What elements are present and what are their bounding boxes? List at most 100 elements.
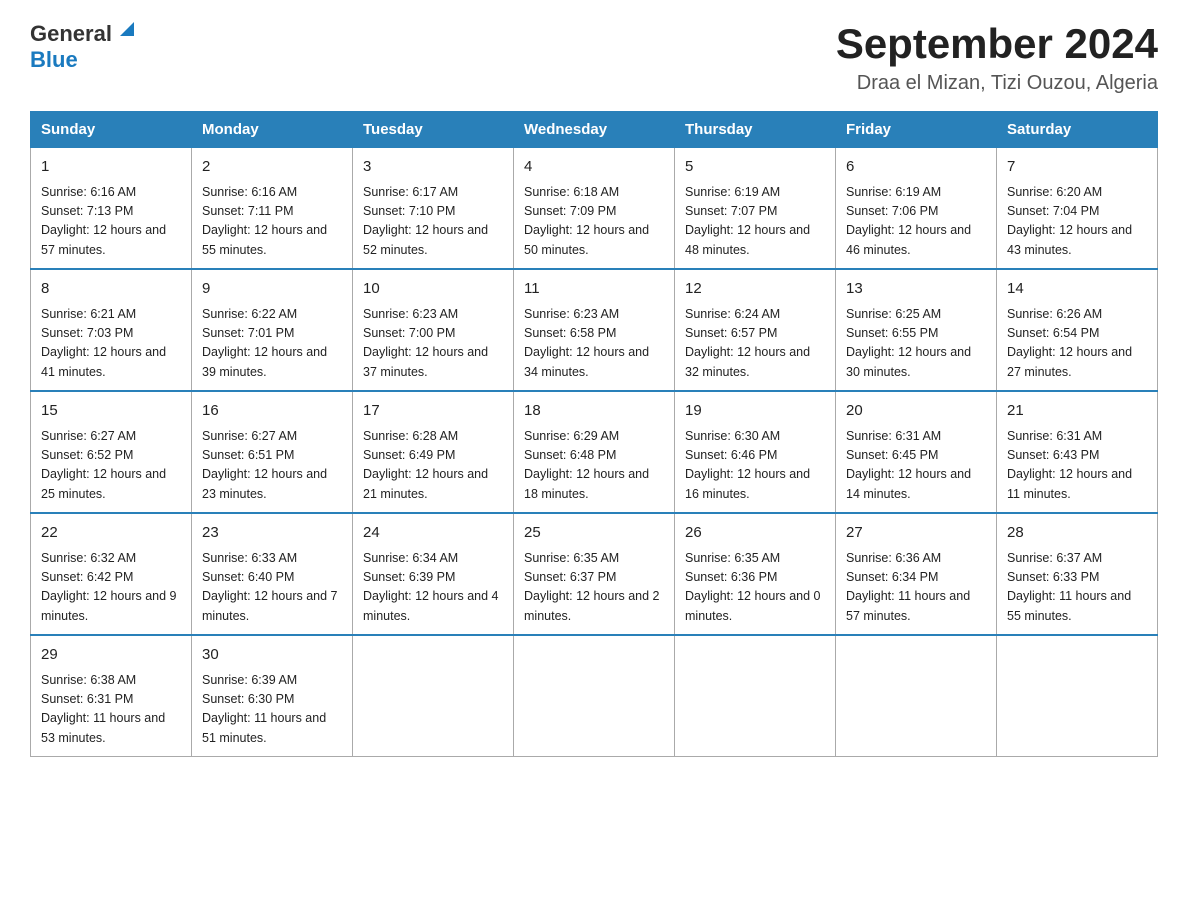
day-number: 14: [1007, 278, 1147, 301]
calendar: SundayMondayTuesdayWednesdayThursdayFrid…: [30, 111, 1158, 757]
calendar-cell: 23Sunrise: 6:33 AMSunset: 6:40 PMDayligh…: [192, 513, 353, 635]
day-info: Sunrise: 6:24 AMSunset: 6:57 PMDaylight:…: [685, 305, 825, 383]
calendar-cell: 9 Sunrise: 6:22 AMSunset: 7:01 PMDaylight…: [192, 269, 353, 391]
calendar-cell: 28Sunrise: 6:37 AMSunset: 6:33 PMDayligh…: [997, 513, 1158, 635]
day-info: Sunrise: 6:37 AMSunset: 6:33 PMDaylight:…: [1007, 549, 1147, 627]
day-info: Sunrise: 6:27 AMSunset: 6:51 PMDaylight:…: [202, 427, 342, 505]
day-info: Sunrise: 6:35 AMSunset: 6:36 PMDaylight:…: [685, 549, 825, 627]
weekday-header-wednesday: Wednesday: [514, 112, 675, 147]
calendar-week-row: 15 Sunrise: 6:27 AMSunset: 6:52 PMDayligh…: [31, 391, 1158, 513]
weekday-header-tuesday: Tuesday: [353, 112, 514, 147]
calendar-cell: 6 Sunrise: 6:19 AMSunset: 7:06 PMDaylight…: [836, 147, 997, 269]
day-number: 25: [524, 522, 664, 545]
day-info: Sunrise: 6:35 AMSunset: 6:37 PMDaylight:…: [524, 549, 664, 627]
day-number: 22: [41, 522, 181, 545]
day-number: 23: [202, 522, 342, 545]
calendar-cell: 15 Sunrise: 6:27 AMSunset: 6:52 PMDayligh…: [31, 391, 192, 513]
calendar-cell: [514, 635, 675, 757]
title-area: September 2024 Draa el Mizan, Tizi Ouzou…: [836, 20, 1158, 95]
calendar-cell: 20 Sunrise: 6:31 AMSunset: 6:45 PMDayligh…: [836, 391, 997, 513]
day-number: 10: [363, 278, 503, 301]
day-number: 26: [685, 522, 825, 545]
logo: General Blue: [30, 20, 138, 73]
day-number: 18: [524, 400, 664, 423]
calendar-cell: 13Sunrise: 6:25 AMSunset: 6:55 PMDayligh…: [836, 269, 997, 391]
calendar-cell: [997, 635, 1158, 757]
day-info: Sunrise: 6:16 AMSunset: 7:13 PMDaylight:…: [41, 183, 181, 261]
calendar-cell: 14 Sunrise: 6:26 AMSunset: 6:54 PMDayligh…: [997, 269, 1158, 391]
calendar-cell: 27Sunrise: 6:36 AMSunset: 6:34 PMDayligh…: [836, 513, 997, 635]
calendar-cell: 19 Sunrise: 6:30 AMSunset: 6:46 PMDayligh…: [675, 391, 836, 513]
day-info: Sunrise: 6:17 AMSunset: 7:10 PMDaylight:…: [363, 183, 503, 261]
day-info: Sunrise: 6:38 AMSunset: 6:31 PMDaylight:…: [41, 671, 181, 749]
day-number: 27: [846, 522, 986, 545]
logo-general: General: [30, 21, 112, 47]
calendar-week-row: 29 Sunrise: 6:38 AMSunset: 6:31 PMDayligh…: [31, 635, 1158, 757]
logo-triangle-icon: [116, 18, 138, 40]
subtitle: Draa el Mizan, Tizi Ouzou, Algeria: [836, 72, 1158, 95]
day-number: 1: [41, 156, 181, 179]
calendar-week-row: 22 Sunrise: 6:32 AMSunset: 6:42 PMDayligh…: [31, 513, 1158, 635]
day-info: Sunrise: 6:30 AMSunset: 6:46 PMDaylight:…: [685, 427, 825, 505]
day-info: Sunrise: 6:19 AMSunset: 7:07 PMDaylight:…: [685, 183, 825, 261]
calendar-body: 1 Sunrise: 6:16 AMSunset: 7:13 PMDaylight…: [31, 147, 1158, 757]
header: General Blue September 2024 Draa el Miza…: [30, 20, 1158, 95]
day-number: 21: [1007, 400, 1147, 423]
day-number: 6: [846, 156, 986, 179]
calendar-cell: 12 Sunrise: 6:24 AMSunset: 6:57 PMDayligh…: [675, 269, 836, 391]
calendar-cell: 10Sunrise: 6:23 AMSunset: 7:00 PMDayligh…: [353, 269, 514, 391]
day-number: 12: [685, 278, 825, 301]
day-number: 5: [685, 156, 825, 179]
weekday-header-row: SundayMondayTuesdayWednesdayThursdayFrid…: [31, 112, 1158, 147]
day-info: Sunrise: 6:18 AMSunset: 7:09 PMDaylight:…: [524, 183, 664, 261]
calendar-cell: 11 Sunrise: 6:23 AMSunset: 6:58 PMDayligh…: [514, 269, 675, 391]
calendar-cell: 18 Sunrise: 6:29 AMSunset: 6:48 PMDayligh…: [514, 391, 675, 513]
day-info: Sunrise: 6:23 AMSunset: 6:58 PMDaylight:…: [524, 305, 664, 383]
logo-blue: Blue: [30, 47, 78, 73]
day-info: Sunrise: 6:27 AMSunset: 6:52 PMDaylight:…: [41, 427, 181, 505]
calendar-cell: 29 Sunrise: 6:38 AMSunset: 6:31 PMDayligh…: [31, 635, 192, 757]
day-info: Sunrise: 6:29 AMSunset: 6:48 PMDaylight:…: [524, 427, 664, 505]
day-info: Sunrise: 6:28 AMSunset: 6:49 PMDaylight:…: [363, 427, 503, 505]
calendar-cell: 21 Sunrise: 6:31 AMSunset: 6:43 PMDayligh…: [997, 391, 1158, 513]
day-info: Sunrise: 6:31 AMSunset: 6:45 PMDaylight:…: [846, 427, 986, 505]
calendar-cell: 7 Sunrise: 6:20 AMSunset: 7:04 PMDaylight…: [997, 147, 1158, 269]
calendar-cell: 17Sunrise: 6:28 AMSunset: 6:49 PMDayligh…: [353, 391, 514, 513]
day-number: 4: [524, 156, 664, 179]
day-number: 19: [685, 400, 825, 423]
day-info: Sunrise: 6:34 AMSunset: 6:39 PMDaylight:…: [363, 549, 503, 627]
day-number: 24: [363, 522, 503, 545]
calendar-cell: 5 Sunrise: 6:19 AMSunset: 7:07 PMDaylight…: [675, 147, 836, 269]
calendar-cell: 8 Sunrise: 6:21 AMSunset: 7:03 PMDaylight…: [31, 269, 192, 391]
day-number: 29: [41, 644, 181, 667]
day-number: 20: [846, 400, 986, 423]
day-number: 16: [202, 400, 342, 423]
calendar-cell: 25 Sunrise: 6:35 AMSunset: 6:37 PMDayligh…: [514, 513, 675, 635]
day-info: Sunrise: 6:21 AMSunset: 7:03 PMDaylight:…: [41, 305, 181, 383]
day-info: Sunrise: 6:32 AMSunset: 6:42 PMDaylight:…: [41, 549, 181, 627]
calendar-week-row: 8 Sunrise: 6:21 AMSunset: 7:03 PMDaylight…: [31, 269, 1158, 391]
day-info: Sunrise: 6:26 AMSunset: 6:54 PMDaylight:…: [1007, 305, 1147, 383]
day-number: 9: [202, 278, 342, 301]
calendar-cell: [675, 635, 836, 757]
calendar-header: SundayMondayTuesdayWednesdayThursdayFrid…: [31, 112, 1158, 147]
day-number: 15: [41, 400, 181, 423]
day-info: Sunrise: 6:19 AMSunset: 7:06 PMDaylight:…: [846, 183, 986, 261]
day-number: 7: [1007, 156, 1147, 179]
calendar-cell: [836, 635, 997, 757]
calendar-cell: 26 Sunrise: 6:35 AMSunset: 6:36 PMDayligh…: [675, 513, 836, 635]
day-info: Sunrise: 6:16 AMSunset: 7:11 PMDaylight:…: [202, 183, 342, 261]
calendar-cell: 1 Sunrise: 6:16 AMSunset: 7:13 PMDaylight…: [31, 147, 192, 269]
calendar-cell: 22 Sunrise: 6:32 AMSunset: 6:42 PMDayligh…: [31, 513, 192, 635]
calendar-cell: 4 Sunrise: 6:18 AMSunset: 7:09 PMDaylight…: [514, 147, 675, 269]
day-number: 8: [41, 278, 181, 301]
day-number: 3: [363, 156, 503, 179]
day-info: Sunrise: 6:22 AMSunset: 7:01 PMDaylight:…: [202, 305, 342, 383]
calendar-cell: [353, 635, 514, 757]
page-title: September 2024: [836, 20, 1158, 68]
day-number: 11: [524, 278, 664, 301]
weekday-header-friday: Friday: [836, 112, 997, 147]
day-info: Sunrise: 6:31 AMSunset: 6:43 PMDaylight:…: [1007, 427, 1147, 505]
calendar-cell: 16 Sunrise: 6:27 AMSunset: 6:51 PMDayligh…: [192, 391, 353, 513]
day-info: Sunrise: 6:20 AMSunset: 7:04 PMDaylight:…: [1007, 183, 1147, 261]
